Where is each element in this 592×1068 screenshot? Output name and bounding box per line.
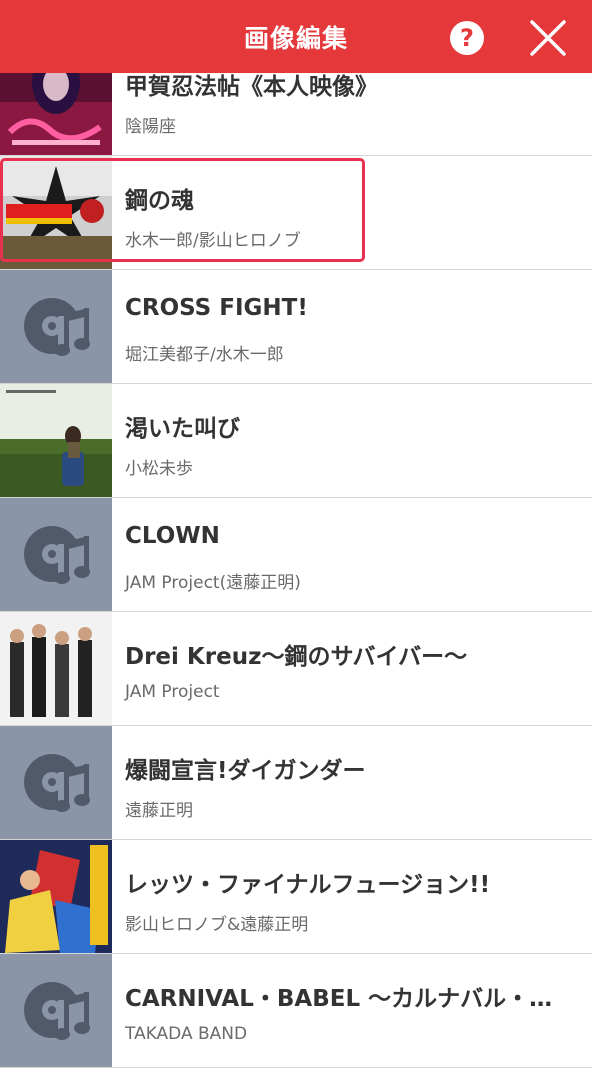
song-title: CROSS FIGHT! [125,295,308,321]
song-row[interactable]: Drei Kreuz〜鋼のサバイバー〜 JAM Project [0,612,592,726]
album-art [0,156,112,269]
song-artist: 影山ヒロノブ&遠藤正明 [125,915,309,935]
song-list: 甲賀忍法帖《本人映像》 陰陽座 鋼の魂 水木一郎/影山ヒロノブ CROSS FI… [0,42,592,1068]
help-icon[interactable]: ? [450,21,484,55]
music-placeholder-icon [0,270,112,383]
song-artist: 遠藤正明 [125,801,193,821]
close-icon[interactable] [528,18,568,58]
song-row[interactable]: レッツ・ファイナルフュージョン!! 影山ヒロノブ&遠藤正明 [0,840,592,954]
song-title: レッツ・ファイナルフュージョン!! [125,872,491,898]
album-art [0,384,112,497]
song-row[interactable]: 渇いた叫び 小松未歩 [0,384,592,498]
song-title: 鋼の魂 [125,188,194,214]
song-row[interactable]: CARNIVAL・BABEL 〜カルナバル・… TAKADA BAND [0,954,592,1068]
album-art [0,612,112,725]
song-artist: 水木一郎/影山ヒロノブ [125,231,301,251]
song-artist: JAM Project [125,682,220,702]
song-artist: TAKADA BAND [125,1024,248,1044]
song-title: CARNIVAL・BABEL 〜カルナバル・… [125,986,553,1012]
song-row[interactable]: CLOWN JAM Project(遠藤正明) [0,498,592,612]
song-title: Drei Kreuz〜鋼のサバイバー〜 [125,644,468,670]
app-header: 画像編集 ? [0,0,592,73]
song-artist: 堀江美都子/水木一郎 [125,345,284,365]
music-placeholder-icon [0,498,112,611]
song-row[interactable]: CROSS FIGHT! 堀江美都子/水木一郎 [0,270,592,384]
song-artist: 小松未歩 [125,459,193,479]
page-title: 画像編集 [243,24,348,53]
song-title: 渇いた叫び [125,416,240,442]
song-artist: JAM Project(遠藤正明) [125,573,301,593]
song-row[interactable]: 爆闘宣言!ダイガンダー 遠藤正明 [0,726,592,840]
song-title: CLOWN [125,523,220,549]
song-row[interactable]: 鋼の魂 水木一郎/影山ヒロノブ [0,156,592,270]
song-artist: 陰陽座 [125,117,176,137]
song-title: 爆闘宣言!ダイガンダー [125,758,366,784]
album-art [0,840,112,953]
music-placeholder-icon [0,726,112,839]
music-placeholder-icon [0,954,112,1067]
